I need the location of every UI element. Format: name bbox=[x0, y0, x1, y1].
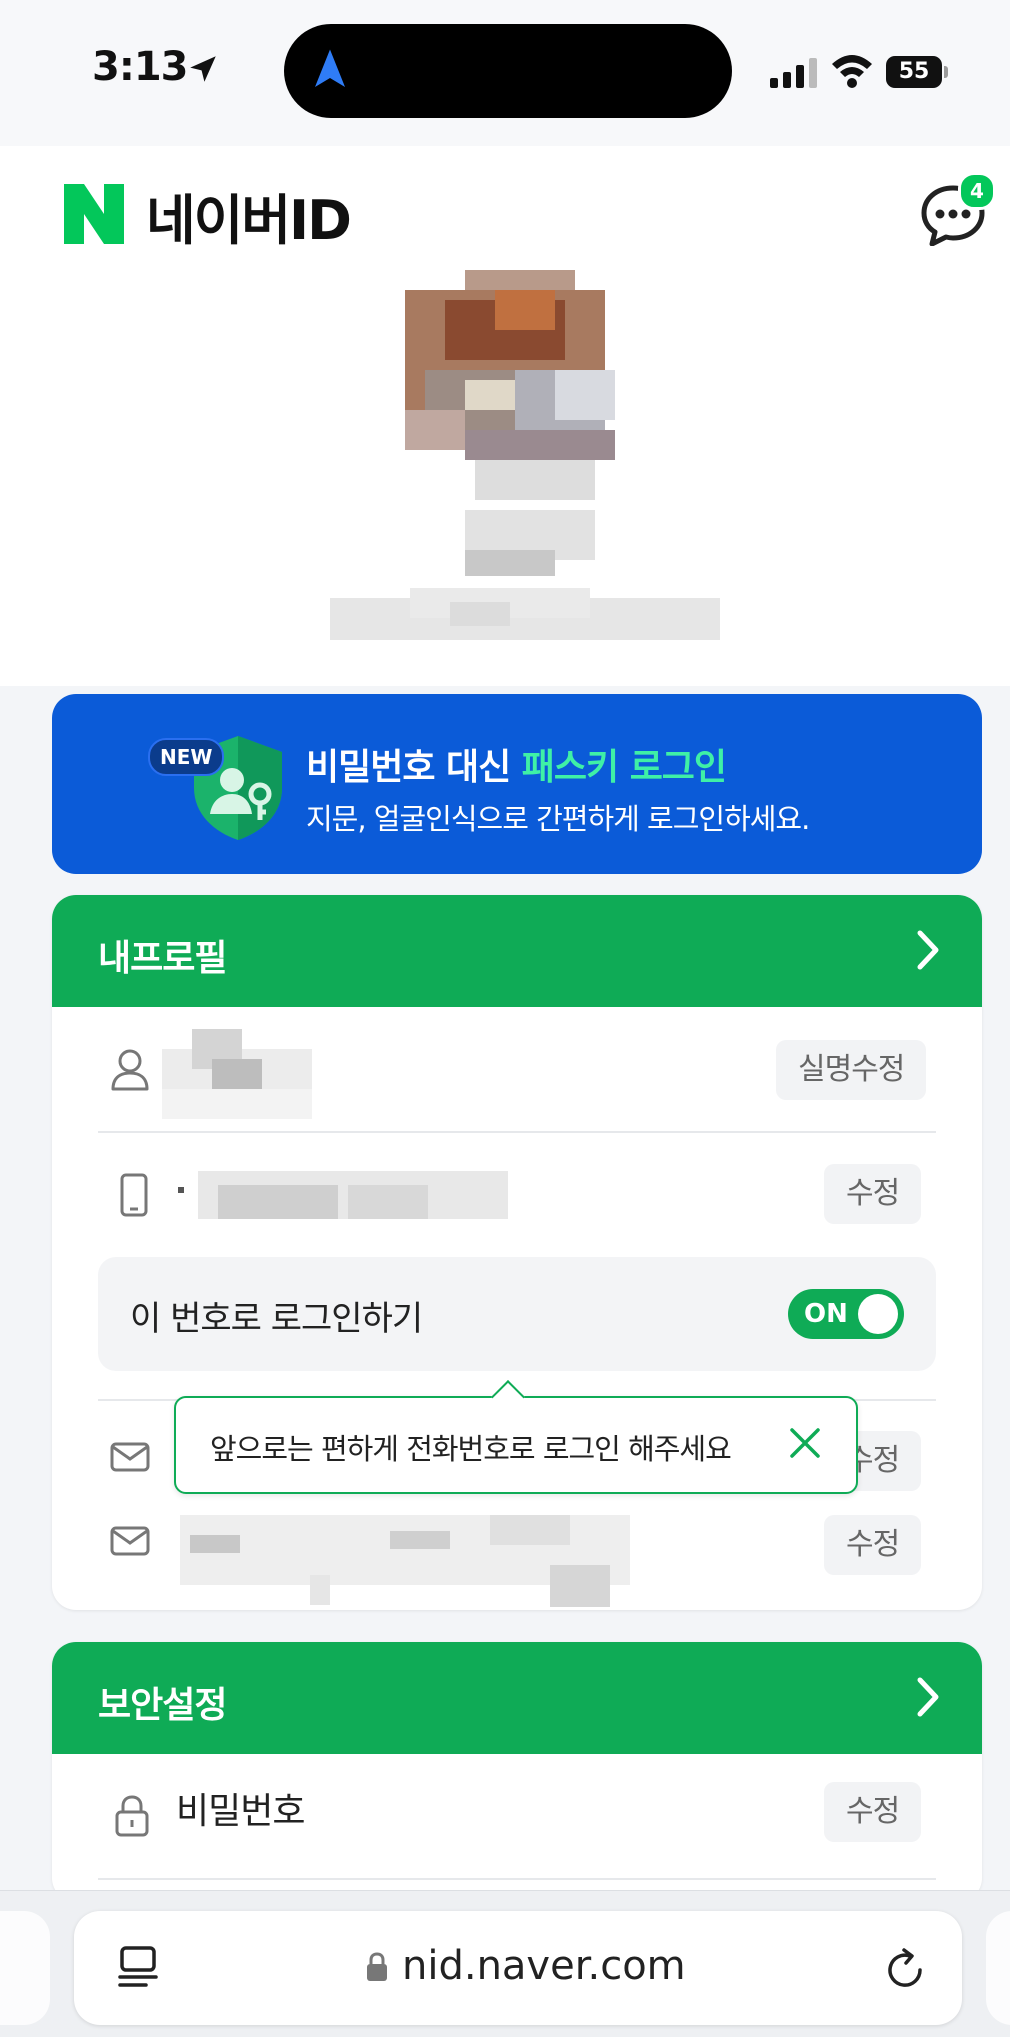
person-icon bbox=[111, 1049, 149, 1091]
email-blurred bbox=[180, 1515, 630, 1607]
location-arrow-icon bbox=[190, 56, 216, 82]
next-tab-edge[interactable] bbox=[986, 1911, 1010, 2025]
clock: 3:13 bbox=[92, 44, 188, 90]
new-badge: NEW bbox=[148, 738, 225, 776]
address-bar[interactable]: nid.naver.com bbox=[74, 1911, 962, 2025]
browser-bottom-bar: nid.naver.com bbox=[0, 1890, 1010, 2037]
phone-login-toggle[interactable]: ON bbox=[788, 1289, 904, 1339]
chevron-right-icon bbox=[917, 930, 939, 970]
edit-password-button[interactable]: 수정 bbox=[824, 1782, 922, 1842]
phone-login-label: 이 번호로 로그인하기 bbox=[130, 1299, 423, 1339]
passkey-title: 비밀번호 대신 패스키 로그인 bbox=[306, 747, 727, 788]
edit-realname-button[interactable]: 실명수정 bbox=[776, 1040, 927, 1100]
mail-icon bbox=[110, 1442, 150, 1472]
name-blurred bbox=[162, 1029, 312, 1119]
dynamic-island bbox=[284, 24, 732, 118]
edit-email2-button[interactable]: 수정 bbox=[824, 1515, 922, 1575]
url-text: nid.naver.com bbox=[402, 1943, 686, 1989]
secure-lock-icon bbox=[367, 1952, 387, 1981]
cellular-signal-icon bbox=[770, 58, 817, 88]
divider bbox=[98, 1878, 936, 1880]
security-card-header[interactable]: 보안설정 bbox=[52, 1642, 982, 1754]
chat-notification-badge: 4 bbox=[958, 172, 996, 210]
battery-level: 55 bbox=[886, 56, 942, 88]
phone-login-setting: 이 번호로 로그인하기 ON bbox=[98, 1257, 936, 1371]
lock-icon bbox=[115, 1795, 149, 1837]
navigation-arrow-icon bbox=[315, 49, 345, 87]
security-card: 보안설정 비밀번호 수정 bbox=[52, 1642, 982, 1902]
tooltip-text: 앞으로는 편하게 전화번호로 로그인 해주세요 bbox=[210, 1432, 732, 1466]
previous-tab-edge[interactable] bbox=[0, 1911, 50, 2025]
profile-avatar[interactable] bbox=[405, 270, 670, 580]
login-tip-tooltip: 앞으로는 편하게 전화번호로 로그인 해주세요 bbox=[174, 1380, 858, 1494]
battery-indicator: 55 bbox=[886, 56, 948, 88]
phone-number-blurred bbox=[178, 1171, 508, 1219]
profile-card-header[interactable]: 내프로필 bbox=[52, 895, 982, 1007]
profile-card-title: 내프로필 bbox=[98, 938, 227, 979]
security-card-title: 보안설정 bbox=[98, 1685, 227, 1726]
passkey-subtitle: 지문, 얼굴인식으로 간편하게 로그인하세요. bbox=[306, 802, 810, 836]
profile-name-blurred bbox=[330, 588, 720, 640]
password-label: 비밀번호 bbox=[176, 1791, 305, 1832]
divider bbox=[98, 1131, 936, 1133]
phone-icon bbox=[120, 1173, 148, 1217]
wifi-icon bbox=[832, 55, 872, 88]
toggle-state: ON bbox=[804, 1299, 848, 1329]
edit-phone-button[interactable]: 수정 bbox=[824, 1164, 922, 1224]
page-menu-icon[interactable] bbox=[116, 1945, 160, 1993]
logo-title: 네이버ID bbox=[146, 189, 352, 252]
close-icon[interactable] bbox=[788, 1426, 822, 1460]
profile-card: 내프로필 실명수정 수정 이 번호로 로그인하기 ON 수정 수정 bbox=[52, 895, 982, 1610]
reload-icon[interactable] bbox=[882, 1947, 928, 1993]
status-bar: 3:13 55 bbox=[0, 0, 1010, 146]
chevron-right-icon bbox=[917, 1677, 939, 1717]
mail-icon bbox=[110, 1526, 150, 1556]
page-header: 네이버ID bbox=[0, 146, 1010, 252]
naver-logo-icon bbox=[64, 184, 124, 244]
